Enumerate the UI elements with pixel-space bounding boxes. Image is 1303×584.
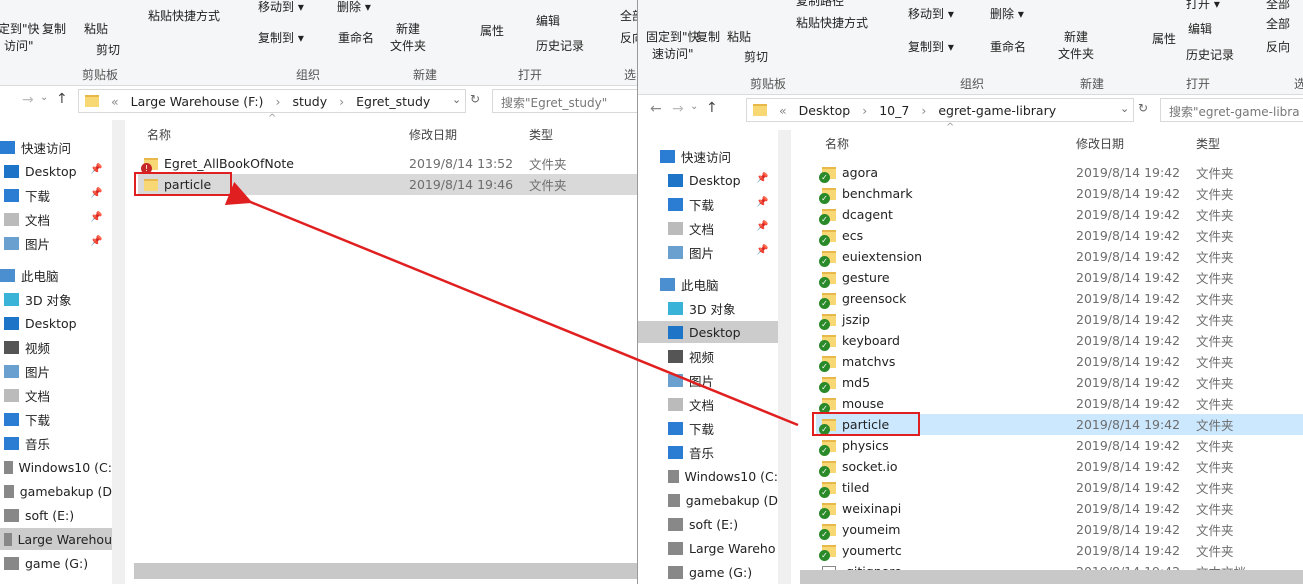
annotation-arrow xyxy=(224,181,799,427)
